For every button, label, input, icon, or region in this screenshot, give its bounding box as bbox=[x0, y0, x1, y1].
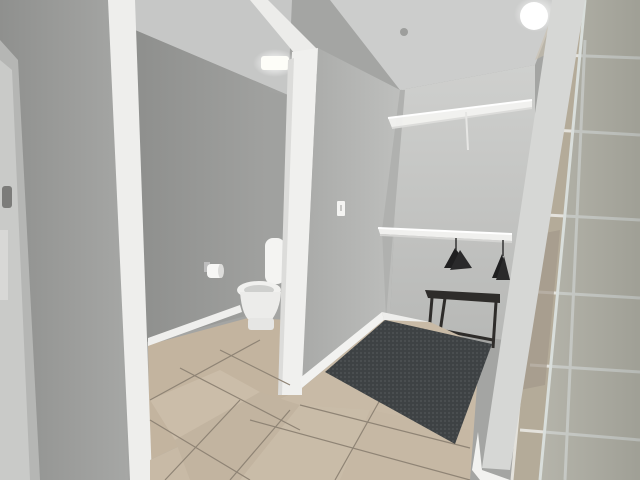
wc-light bbox=[261, 56, 289, 70]
switch-icon[interactable] bbox=[337, 201, 345, 216]
hinge bbox=[2, 186, 12, 208]
scene-svg bbox=[0, 0, 640, 480]
main-light bbox=[520, 2, 548, 30]
smoke-detector bbox=[400, 28, 408, 36]
photo-scene bbox=[0, 0, 640, 480]
